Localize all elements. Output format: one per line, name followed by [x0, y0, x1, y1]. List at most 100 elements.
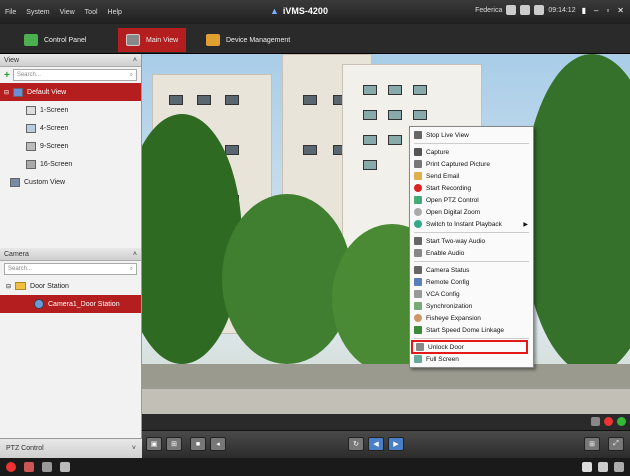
printer-icon	[414, 160, 422, 168]
tree-item-1-screen[interactable]: 1-Screen	[0, 101, 141, 119]
camera-panel-title: Camera	[4, 250, 29, 258]
window	[363, 85, 377, 95]
menu-item-enable-audio[interactable]: Enable Audio	[410, 247, 533, 259]
camera-panel-header[interactable]: Camera ˄	[0, 248, 141, 261]
menu-item-vca-config[interactable]: VCA Config	[410, 288, 533, 300]
tree-item-9-screen[interactable]: 9-Screen	[0, 137, 141, 155]
fullscreen-icon[interactable]: ⤢	[608, 437, 624, 451]
tree-item-label: 1-Screen	[40, 106, 69, 114]
menu-tool[interactable]: Tool	[80, 9, 103, 16]
menu-system[interactable]: System	[21, 9, 54, 16]
collapse-icon[interactable]: ˄	[133, 57, 137, 64]
expand-icon[interactable]: ˅	[132, 445, 136, 452]
window-icon[interactable]	[598, 462, 608, 472]
menu-item-fisheye-expansion[interactable]: Fisheye Expansion	[410, 312, 533, 324]
tab-label: Main View	[146, 36, 179, 44]
ptz-control-panel[interactable]: PTZ Control ˅	[0, 438, 142, 458]
menu-item-switch-to-instant-playback[interactable]: Switch to Instant Playback ▶	[410, 218, 533, 230]
tree-item-custom-view[interactable]: Custom View	[0, 173, 141, 191]
collapse-icon[interactable]: ˄	[133, 251, 137, 258]
menu-item-send-email[interactable]: Send Email	[410, 170, 533, 182]
menu-item-label: Stop Live View	[426, 131, 469, 139]
menu-separator	[414, 261, 529, 262]
menu-item-stop-live-view[interactable]: Stop Live View	[410, 129, 533, 141]
maximize-button[interactable]: ▫	[604, 6, 611, 15]
collapse-toggle-icon[interactable]: ⊟	[4, 89, 9, 96]
snapshot-icon[interactable]	[591, 417, 600, 426]
layout-menu-icon[interactable]: ⊞	[584, 437, 600, 451]
menu-item-start-two-way-audio[interactable]: Start Two-way Audio	[410, 235, 533, 247]
microphone-icon	[414, 237, 422, 245]
screen-9-icon	[26, 141, 36, 151]
collapse-up-icon[interactable]	[614, 462, 624, 472]
menu-item-capture[interactable]: Capture	[410, 146, 533, 158]
menu-item-unlock-door[interactable]: Unlock Door	[411, 340, 528, 354]
tab-device-management[interactable]: Device Management	[198, 28, 298, 52]
calendar-icon[interactable]	[534, 5, 545, 15]
status-bar-right	[582, 462, 624, 472]
menu-item-open-ptz-control[interactable]: Open PTZ Control	[410, 194, 533, 206]
add-view-icon[interactable]: +	[4, 70, 10, 81]
tree-item-label: 9-Screen	[40, 142, 69, 150]
menu-item-open-digital-zoom[interactable]: Open Digital Zoom	[410, 206, 533, 218]
save-layout-icon[interactable]: ▣	[146, 437, 162, 451]
audio-icon[interactable]	[60, 462, 70, 472]
menu-item-camera-status[interactable]: Camera Status	[410, 264, 533, 276]
menu-item-start-speed-dome-linkage[interactable]: Start Speed Dome Linkage	[410, 324, 533, 336]
search-icon[interactable]: ⌕	[130, 266, 133, 273]
collapse-toggle-icon[interactable]: ⊟	[6, 283, 11, 290]
titlebar-right: Federica 09:14:12 ▮ – ▫ ✕	[475, 5, 626, 15]
stop-icon	[414, 131, 422, 139]
view-search-placeholder: Search...	[16, 72, 41, 78]
refresh-icon[interactable]: ↻	[348, 437, 364, 451]
log-icon[interactable]	[42, 462, 52, 472]
tab-main-view[interactable]: Main View	[118, 28, 187, 52]
menu-separator	[414, 338, 529, 339]
minimize-button[interactable]: –	[592, 6, 600, 15]
stop-all-icon[interactable]: ■	[190, 437, 206, 451]
record-icon[interactable]	[604, 417, 613, 426]
menu-separator	[414, 232, 529, 233]
window	[388, 135, 402, 145]
camera-search-input[interactable]: Search... ⌕	[4, 263, 137, 275]
menu-item-start-recording[interactable]: Start Recording	[410, 182, 533, 194]
menu-item-full-screen[interactable]: Full Screen	[410, 353, 533, 365]
next-page-icon[interactable]: ▶	[388, 437, 404, 451]
menu-item-synchronization[interactable]: Synchronization	[410, 300, 533, 312]
view-search-input[interactable]: Search... ⌕	[12, 69, 137, 81]
menu-help[interactable]: Help	[103, 9, 127, 16]
tree-item-16-screen[interactable]: 16-Screen	[0, 155, 141, 173]
close-button[interactable]: ✕	[615, 6, 626, 15]
live-video-pane[interactable]	[142, 54, 630, 430]
lock-icon[interactable]	[506, 5, 517, 15]
tree-item-door-station[interactable]: ⊟ Door Station	[0, 277, 141, 295]
volume-icon[interactable]: ◂	[210, 437, 226, 451]
menu-item-remote-config[interactable]: Remote Config	[410, 276, 533, 288]
tree-item-camera1-door-station[interactable]: Camera1_Door Station	[0, 295, 141, 313]
view-panel-header[interactable]: View ˄	[0, 54, 141, 67]
tab-label: Device Management	[226, 36, 291, 44]
fullscreen-icon	[414, 355, 422, 363]
alarm-icon[interactable]	[6, 462, 16, 472]
device-icon	[206, 34, 220, 46]
lock-screen-button[interactable]: ▮	[580, 6, 588, 15]
status-icon[interactable]	[617, 417, 626, 426]
menu-view[interactable]: View	[55, 9, 80, 16]
menu-item-print-captured-picture[interactable]: Print Captured Picture	[410, 158, 533, 170]
tree-item-4-screen[interactable]: 4-Screen	[0, 119, 141, 137]
pin-icon[interactable]	[582, 462, 592, 472]
fisheye-icon	[414, 314, 422, 322]
event-icon[interactable]	[24, 462, 34, 472]
ptz-icon	[414, 196, 422, 204]
window-division-icon[interactable]: ⊞	[166, 437, 182, 451]
view-search-row: + Search... ⌕	[0, 67, 141, 83]
window	[197, 95, 211, 105]
tab-control-panel[interactable]: Control Panel	[16, 28, 94, 52]
menu-file[interactable]: File	[0, 9, 21, 16]
tab-label: Control Panel	[44, 36, 87, 44]
monitor-icon[interactable]	[520, 5, 531, 15]
previous-page-icon[interactable]: ◀	[368, 437, 384, 451]
menu-separator	[414, 143, 529, 144]
search-icon[interactable]: ⌕	[130, 72, 133, 79]
tree-item-default-view[interactable]: ⊟ Default View	[0, 83, 141, 101]
